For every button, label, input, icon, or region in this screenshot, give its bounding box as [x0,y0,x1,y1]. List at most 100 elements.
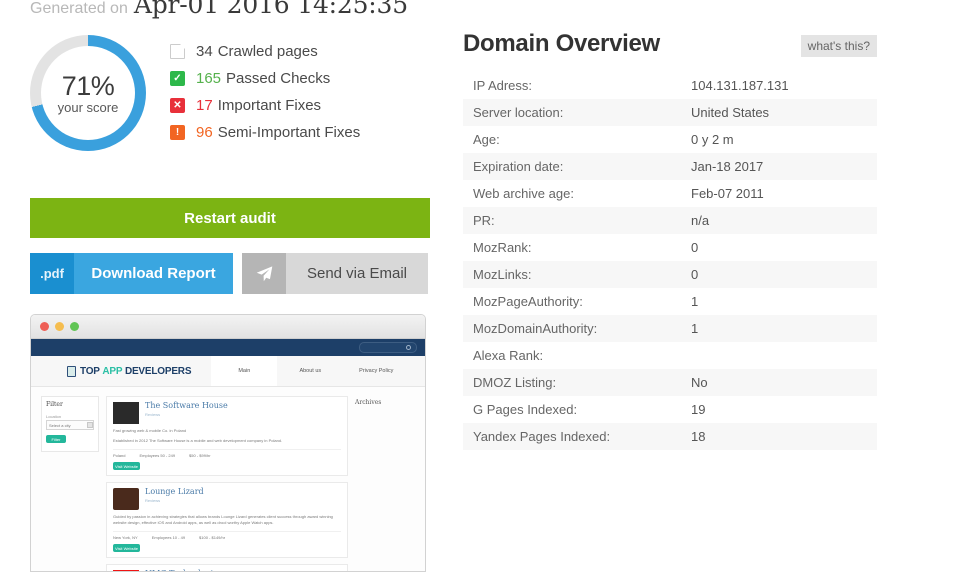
whats-this-button[interactable]: what's this? [801,35,877,57]
row-value: n/a [681,207,877,234]
company-name: Lounge Lizard [145,488,204,497]
list-item[interactable]: Lounge Lizard Reviews Guided by passion … [106,482,348,558]
row-key: Alexa Rank: [463,342,681,369]
company-rate: $50 - $99/hr [189,453,211,458]
minimize-window-dot-icon [55,322,64,331]
table-row: Alexa Rank: [463,342,877,369]
company-description: Established in 2012 The Software House i… [113,438,341,444]
domain-overview-table: IP Adress:104.131.187.131 Server locatio… [463,72,877,450]
row-value: 0 y 2 m [681,126,877,153]
domain-overview-panel: Domain Overview what's this? IP Adress:1… [463,30,877,450]
important-fixes-label: Important Fixes [218,97,321,114]
table-row: IP Adress:104.131.187.131 [463,72,877,99]
stat-crawled-pages: 34 Crawled pages [170,38,360,65]
crawled-pages-label: Crawled pages [218,43,318,60]
visit-website-button[interactable]: Visit Website [113,544,140,552]
nav-tab-about-us[interactable]: About us [277,356,343,386]
download-report-button[interactable]: .pdf Download Report [30,253,233,294]
score-donut-chart: 71% your score [30,35,146,151]
document-icon [170,44,185,59]
generated-on-label: Generated on [30,0,128,17]
score-caption: your score [58,101,119,115]
listing-results: The Software House Reviews Fast growing … [106,396,348,572]
paper-plane-icon [242,253,286,294]
table-body: IP Adress:104.131.187.131 Server locatio… [463,72,877,450]
city-select[interactable]: Select a city [46,420,94,430]
send-via-email-button[interactable]: Send via Email [242,253,428,294]
site-topbar [31,339,425,356]
nav-tab-main[interactable]: Main [211,356,277,386]
row-key: Age: [463,126,681,153]
site-logo: TOP APP DEVELOPERS [31,356,191,386]
report-actions: .pdf Download Report Send via Email [30,253,430,294]
table-row: MozRank:0 [463,234,877,261]
filter-title: Filter [46,401,94,408]
company-reviews-link[interactable]: Reviews [145,498,204,503]
app-icon [67,366,76,377]
table-row: Expiration date:Jan-18 2017 [463,153,877,180]
passed-checks-count: 165 [196,70,221,87]
restart-audit-button[interactable]: Restart audit [30,198,430,238]
company-tagline: Fast growing web & mobile Co. in Poland [113,428,341,434]
logo-part-1: TOP [80,366,100,377]
filter-panel: Filter Location Select a city Filter [41,396,99,452]
company-logo [113,488,139,510]
row-value: 19 [681,396,877,423]
row-value: United States [681,99,877,126]
send-via-email-label: Send via Email [286,253,428,294]
table-row: PR:n/a [463,207,877,234]
check-icon: ✓ [170,71,185,86]
row-key: DMOZ Listing: [463,369,681,396]
row-value: 104.131.187.131 [681,72,877,99]
company-logo [113,402,139,424]
row-value: 1 [681,315,877,342]
score-percent: 71% [58,72,119,100]
row-value [681,342,877,369]
row-key: Server location: [463,99,681,126]
location-label: Location [46,414,94,419]
chevron-down-icon [87,422,93,428]
stat-important-fixes: ✕ 17 Important Fixes [170,92,360,119]
table-row: MozDomainAuthority:1 [463,315,877,342]
company-reviews-link[interactable]: Reviews [145,412,228,417]
generated-on-date: Apr-01 2016 14:25:35 [134,0,408,19]
left-panel: 71% your score 34 Crawled pages ✓ 165 Pa… [30,30,430,572]
list-item[interactable]: The Software House Reviews Fast growing … [106,396,348,476]
company-rate: $100 - $149/hr [199,535,225,540]
nav-tab-privacy-policy[interactable]: Privacy Policy [343,356,409,386]
stat-semi-important-fixes: ! 96 Semi-Important Fixes [170,119,360,146]
company-employees: Employees 10 - 49 [152,535,185,540]
row-key: MozPageAuthority: [463,288,681,315]
x-icon: ✕ [170,98,185,113]
report-header: Generated on Apr-01 2016 14:25:35 [30,0,408,19]
row-key: Web archive age: [463,180,681,207]
filter-apply-button[interactable]: Filter [46,435,66,443]
row-value: 0 [681,234,877,261]
site-screenshot-preview[interactable]: TOP APP DEVELOPERS Main About us Privacy… [30,314,426,572]
table-row: Web archive age:Feb-07 2011 [463,180,877,207]
logo-part-2: APP [102,366,122,377]
company-location: New York, NY [113,535,138,540]
row-key: Yandex Pages Indexed: [463,423,681,450]
row-value: 1 [681,288,877,315]
list-item[interactable]: NMG Technologies Reviews [106,564,348,572]
row-value: Jan-18 2017 [681,153,877,180]
visit-website-button[interactable]: Visit Website [113,462,140,470]
city-select-value: Select a city [49,423,71,428]
row-value: 18 [681,423,877,450]
important-fixes-count: 17 [196,97,213,114]
table-row: MozLinks:0 [463,261,877,288]
download-report-label: Download Report [74,253,233,294]
pdf-badge: .pdf [30,253,74,294]
company-employees: Employees 50 - 249 [139,453,175,458]
archives-label: Archives [355,396,415,572]
table-row: DMOZ Listing:No [463,369,877,396]
semi-important-fixes-count: 96 [196,124,213,141]
score-summary: 71% your score 34 Crawled pages ✓ 165 Pa… [30,30,430,160]
search-icon [359,342,417,353]
row-key: MozDomainAuthority: [463,315,681,342]
close-window-dot-icon [40,322,49,331]
site-nav-tabs: Main About us Privacy Policy [211,356,409,386]
site-content: Filter Location Select a city Filter The… [31,387,425,572]
exclamation-icon: ! [170,125,185,140]
